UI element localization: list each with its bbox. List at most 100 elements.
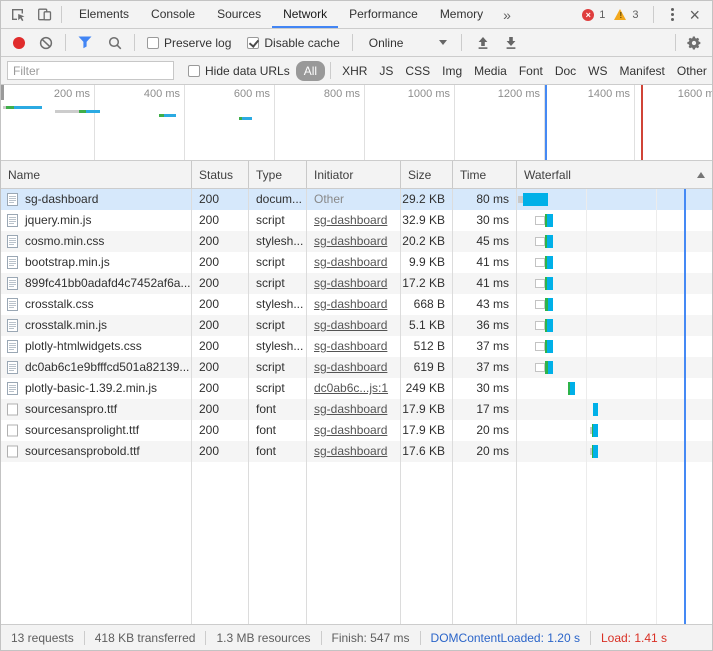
tab-performance[interactable]: Performance (338, 1, 429, 28)
table-row[interactable]: bootstrap.min.js200scriptsg-dashboard9.9… (1, 252, 712, 273)
table-row[interactable]: crosstalk.min.js200scriptsg-dashboard5.1… (1, 315, 712, 336)
requests-table-header: NameStatusTypeInitiatorSizeTimeWaterfall (1, 161, 712, 189)
tab-console[interactable]: Console (140, 1, 206, 28)
resource-type-filters: All XHRJSCSSImgMediaFontDocWSManifestOthe… (296, 61, 713, 81)
table-row[interactable]: plotly-htmlwidgets.css200stylesh...sg-da… (1, 336, 712, 357)
tab-sources[interactable]: Sources (206, 1, 272, 28)
table-row[interactable]: sourcesansprobold.ttf200fontsg-dashboard… (1, 441, 712, 462)
filter-pill-img[interactable]: Img (436, 61, 468, 81)
column-header-waterfall[interactable]: Waterfall (517, 161, 713, 188)
warning-icon[interactable]: ! (614, 9, 627, 21)
menu-kebab-icon[interactable] (665, 4, 680, 25)
initiator-link[interactable]: sg-dashboard (314, 255, 387, 269)
initiator-link[interactable]: sg-dashboard (314, 339, 387, 353)
table-row[interactable]: cosmo.min.css200stylesh...sg-dashboard20… (1, 231, 712, 252)
export-har-icon[interactable] (504, 36, 518, 50)
close-icon[interactable]: × (685, 6, 704, 24)
table-row[interactable]: 899fc41bb0adafd4c7452af6a...200scriptsg-… (1, 273, 712, 294)
cell-name: sourcesansprolight.ttf (1, 420, 192, 441)
initiator-link[interactable]: sg-dashboard (314, 213, 387, 227)
table-row[interactable]: plotly-basic-1.39.2.min.js200scriptdc0ab… (1, 378, 712, 399)
initiator-link[interactable]: sg-dashboard (314, 444, 387, 458)
filter-pill-js[interactable]: JS (373, 61, 399, 81)
cell-initiator: sg-dashboard (307, 273, 401, 294)
disable-cache-checkbox[interactable]: Disable cache (247, 36, 339, 50)
more-tabs-button[interactable]: » (494, 7, 520, 23)
table-row[interactable]: sg-dashboard200docum...Other29.2 KB80 ms (1, 189, 712, 210)
initiator-link[interactable]: sg-dashboard (314, 402, 387, 416)
table-row[interactable]: crosstalk.css200stylesh...sg-dashboard66… (1, 294, 712, 315)
cell-name: 899fc41bb0adafd4c7452af6a... (1, 273, 192, 294)
file-icon (7, 256, 18, 269)
filter-pill-xhr[interactable]: XHR (336, 61, 373, 81)
cell-status: 200 (192, 420, 249, 441)
cell-time: 45 ms (453, 231, 517, 252)
filter-pill-other[interactable]: Other (671, 61, 713, 81)
tab-network[interactable]: Network (272, 1, 338, 28)
initiator-link[interactable]: sg-dashboard (314, 423, 387, 437)
cell-name: crosstalk.min.js (1, 315, 192, 336)
filter-input[interactable] (7, 61, 174, 80)
hide-data-urls-checkbox[interactable]: Hide data URLs (188, 64, 290, 78)
waterfall-gridline (586, 189, 587, 624)
column-header-initiator[interactable]: Initiator (307, 161, 401, 188)
initiator-link[interactable]: sg-dashboard (314, 276, 387, 290)
column-header-status[interactable]: Status (192, 161, 249, 188)
column-header-size[interactable]: Size (401, 161, 453, 188)
initiator-link[interactable]: sg-dashboard (314, 360, 387, 374)
table-row[interactable]: sourcesansprolight.ttf200fontsg-dashboar… (1, 420, 712, 441)
initiator-link[interactable]: sg-dashboard (314, 318, 387, 332)
warning-count[interactable]: 3 (632, 9, 638, 21)
filter-pill-manifest[interactable]: Manifest (614, 61, 671, 81)
initiator-link[interactable]: sg-dashboard (314, 297, 387, 311)
column-border (400, 189, 401, 624)
waterfall-bar (518, 189, 548, 210)
network-toolbar: Preserve log Disable cache Online (1, 29, 712, 57)
cell-waterfall (517, 231, 712, 252)
table-row[interactable]: jquery.min.js200scriptsg-dashboard32.9 K… (1, 210, 712, 231)
cell-name: plotly-htmlwidgets.css (1, 336, 192, 357)
cell-waterfall (517, 357, 712, 378)
inspect-element-icon[interactable] (7, 4, 29, 26)
settings-gear-icon[interactable] (686, 35, 702, 51)
error-icon[interactable]: × (582, 9, 594, 21)
overview-gridline (634, 85, 635, 160)
filter-funnel-icon[interactable] (78, 36, 92, 49)
search-icon[interactable] (108, 36, 122, 50)
device-toolbar-icon[interactable] (33, 4, 55, 26)
table-row[interactable]: sourcesanspro.ttf200fontsg-dashboard17.9… (1, 399, 712, 420)
column-header-time[interactable]: Time (453, 161, 517, 188)
waterfall-bar (568, 378, 575, 399)
filter-pill-css[interactable]: CSS (399, 61, 436, 81)
font-file-icon (7, 424, 18, 437)
file-icon (7, 319, 18, 332)
throttling-dropdown[interactable]: Online (369, 36, 447, 50)
timeline-overview[interactable]: 200 ms400 ms600 ms800 ms1000 ms1200 ms14… (1, 85, 712, 161)
import-har-icon[interactable] (476, 36, 490, 50)
filter-pill-all[interactable]: All (296, 61, 325, 81)
table-row[interactable]: dc0ab6c1e9bfffcd501a82139...200scriptsg-… (1, 357, 712, 378)
overview-drag-handle[interactable] (1, 85, 4, 100)
tab-memory[interactable]: Memory (429, 1, 494, 28)
cell-time: 20 ms (453, 420, 517, 441)
cell-initiator: sg-dashboard (307, 315, 401, 336)
preserve-log-checkbox[interactable]: Preserve log (147, 36, 231, 50)
filter-pill-font[interactable]: Font (513, 61, 549, 81)
record-button[interactable] (13, 37, 25, 49)
filter-pill-media[interactable]: Media (468, 61, 513, 81)
cell-initiator: sg-dashboard (307, 252, 401, 273)
cell-waterfall (517, 420, 712, 441)
initiator-link[interactable]: sg-dashboard (314, 234, 387, 248)
status-item: 1.3 MB resources (206, 631, 320, 645)
filter-pill-ws[interactable]: WS (582, 61, 613, 81)
cell-name: cosmo.min.css (1, 231, 192, 252)
initiator-link[interactable]: dc0ab6c...js:1 (314, 381, 388, 395)
tab-elements[interactable]: Elements (68, 1, 140, 28)
file-icon (7, 298, 18, 311)
filter-pill-doc[interactable]: Doc (549, 61, 582, 81)
cell-size: 17.9 KB (401, 399, 453, 420)
column-header-type[interactable]: Type (249, 161, 307, 188)
column-header-name[interactable]: Name (1, 161, 192, 188)
clear-icon[interactable] (39, 36, 53, 50)
error-count[interactable]: 1 (599, 9, 605, 21)
